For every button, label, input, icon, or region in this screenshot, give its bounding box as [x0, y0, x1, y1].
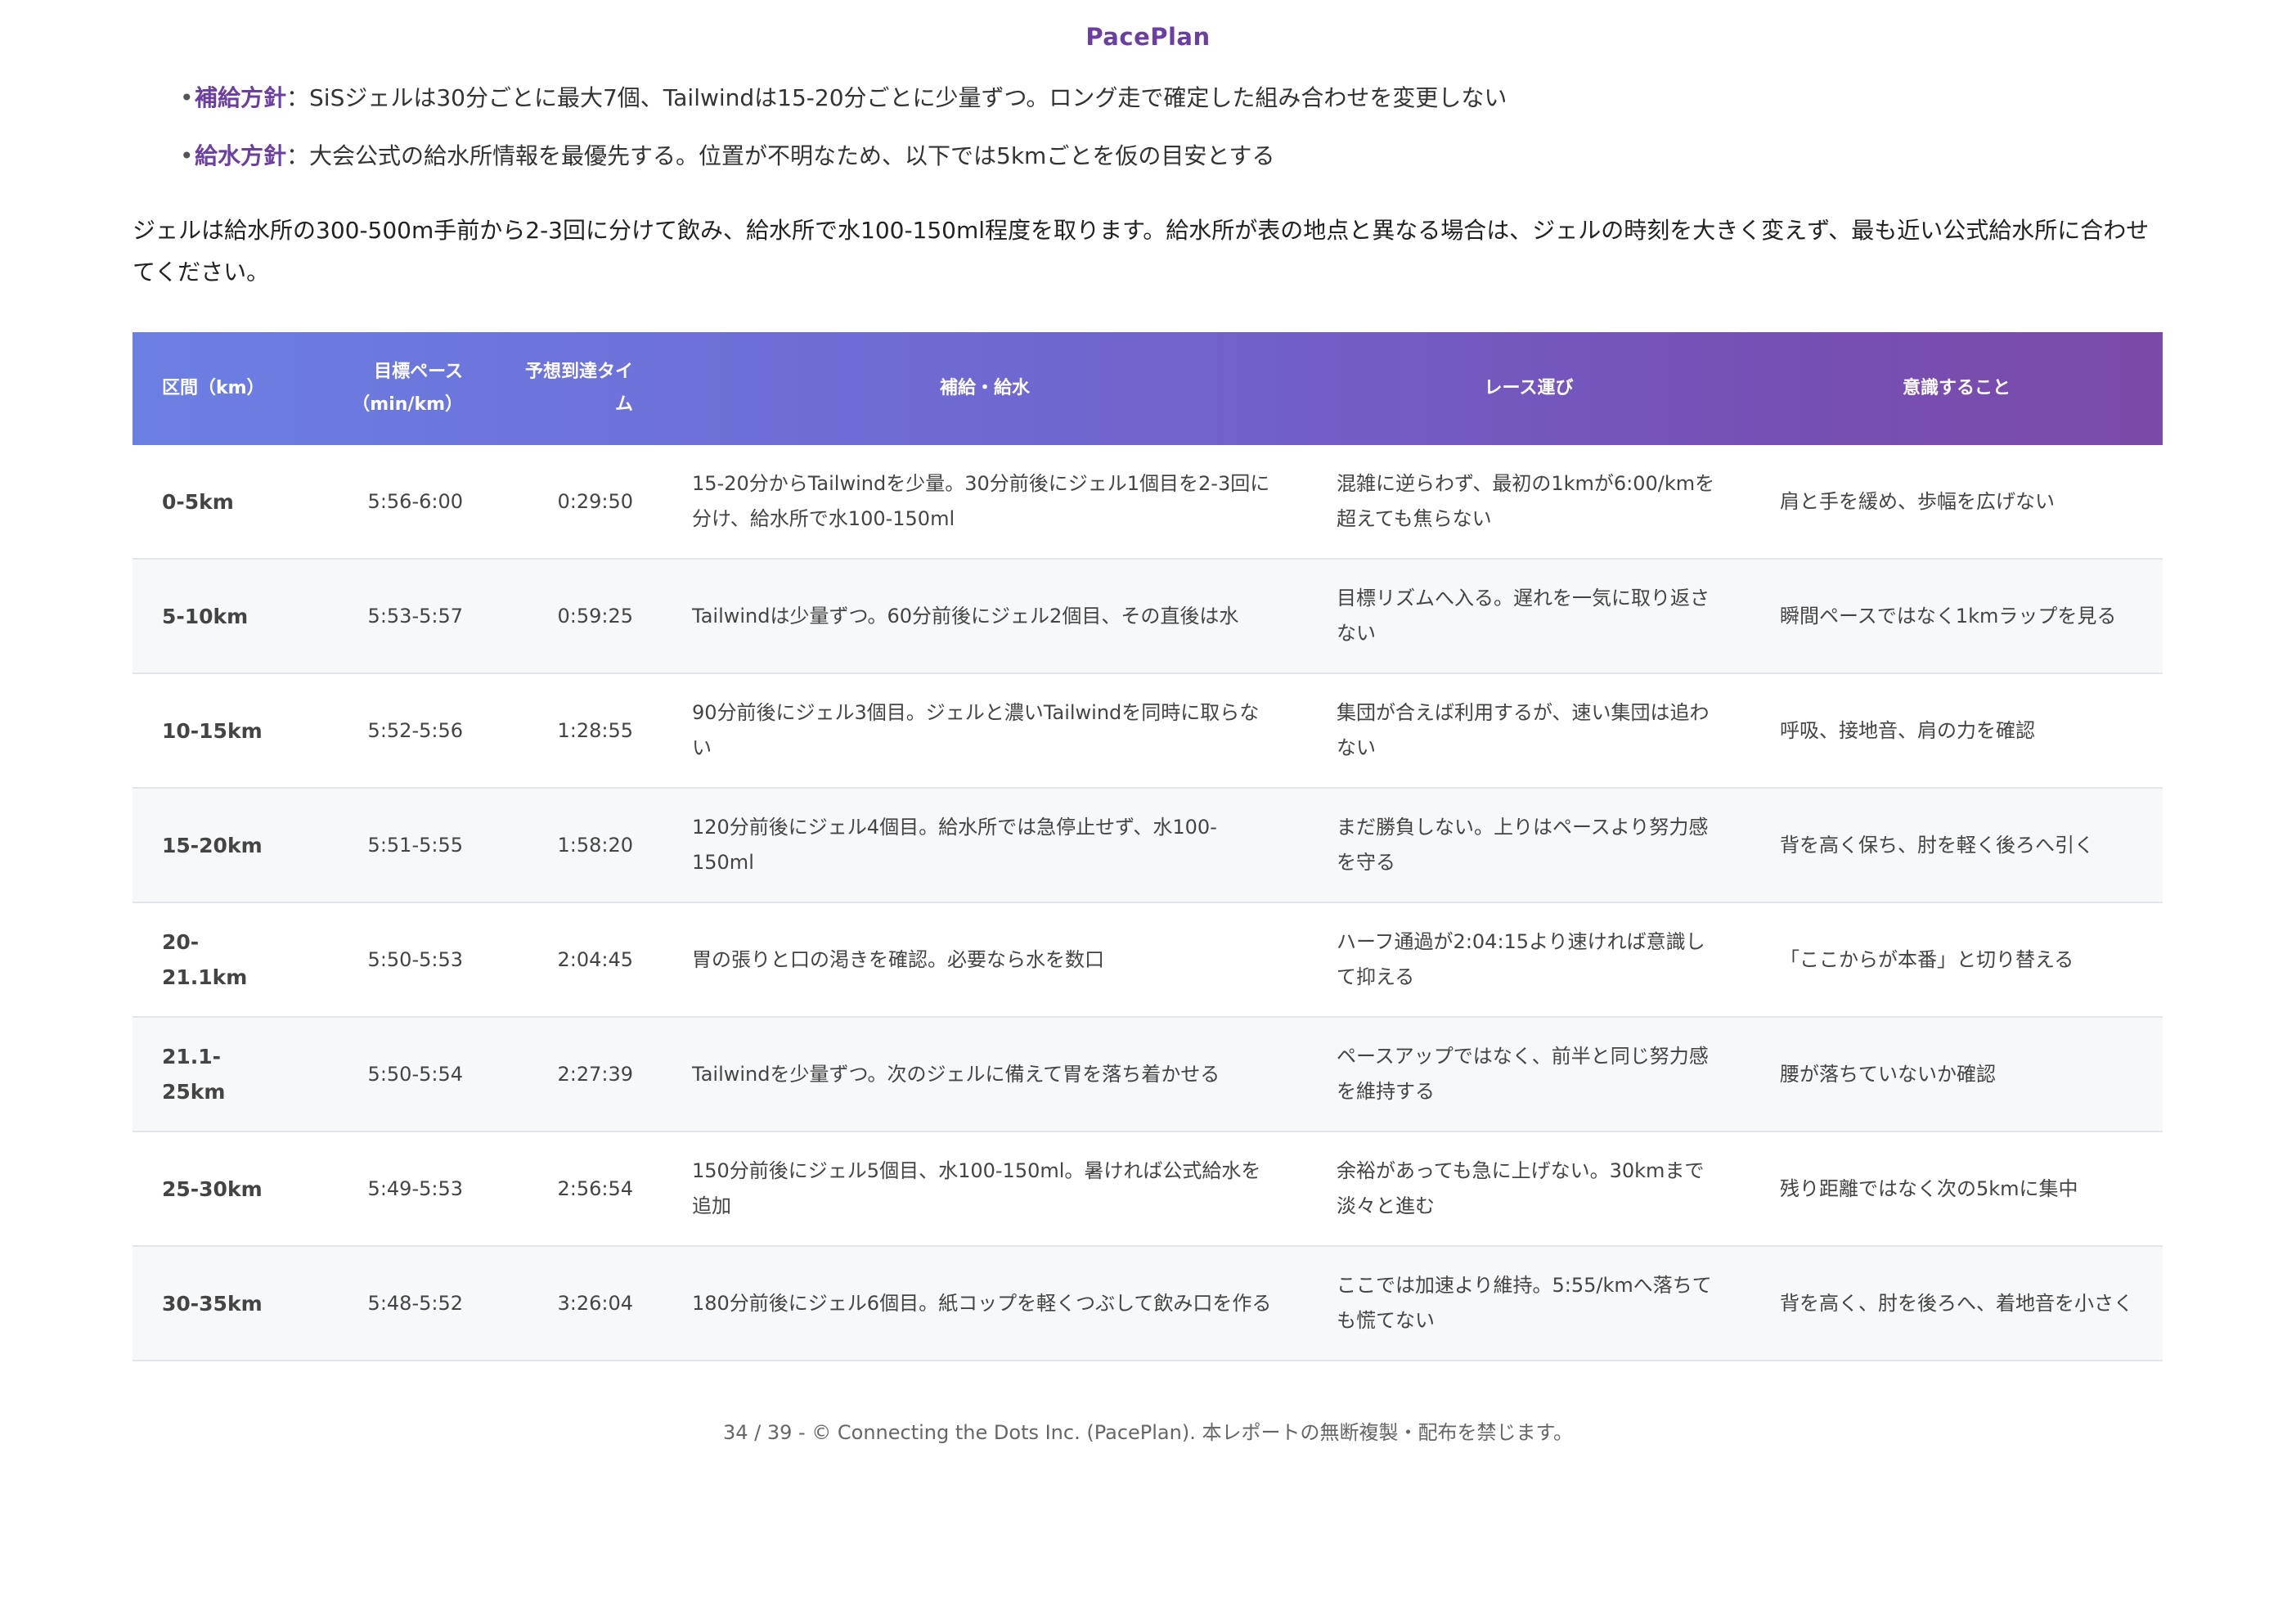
intro-paragraph: ジェルは給水所の300-500m手前から2-3回に分けて飲み、給水所で水100-…: [133, 217, 2150, 286]
cell-pace: 5:48-5:52: [312, 1246, 492, 1361]
bullet-marker: •: [180, 142, 194, 169]
cell-segment: 21.1-25km: [133, 1017, 312, 1132]
cell-strategy: 集団が合えば利用するが、速い集団は追わない: [1307, 673, 1750, 789]
cell-pace: 5:51-5:55: [312, 788, 492, 903]
cell-fuel: Tailwindを少量ずつ。次のジェルに備えて胃を落ち着かせる: [663, 1017, 1307, 1132]
table-row: 0-5km 5:56-6:00 0:29:50 15-20分からTailwind…: [133, 445, 2163, 560]
header-fuel: 補給・給水: [939, 378, 1030, 398]
policy-item-fuel: •補給方針：SiSジェルは30分ごとに最大7個、Tailwindは15-20分ご…: [180, 82, 2143, 115]
header-segment: 区間（km）: [162, 378, 265, 398]
cell-focus: 背を高く保ち、肘を軽く後ろへ引く: [1750, 788, 2163, 903]
cell-segment: 30-35km: [133, 1246, 312, 1361]
header-eta: 予想到達タイム: [524, 362, 633, 415]
cell-fuel: 150分前後にジェル5個目、水100-150ml。暑ければ公式給水を追加: [663, 1131, 1307, 1247]
cell-eta: 2:04:45: [492, 902, 663, 1018]
cell-segment: 15-20km: [133, 788, 312, 903]
cell-focus: 瞬間ペースではなく1kmラップを見る: [1750, 559, 2163, 674]
policy-text: ：大会公式の給水所情報を最優先する。位置が不明なため、以下では5kmごとを仮の目…: [286, 142, 1275, 169]
cell-pace: 5:50-5:53: [312, 902, 492, 1018]
cell-segment: 0-5km: [133, 445, 312, 560]
cell-focus: 肩と手を緩め、歩幅を広げない: [1750, 445, 2163, 560]
cell-segment: 25-30km: [133, 1131, 312, 1247]
policy-key: 給水方針: [195, 142, 287, 169]
table-row: 21.1-25km 5:50-5:54 2:27:39 Tailwindを少量ず…: [133, 1017, 2163, 1132]
cell-segment: 5-10km: [133, 559, 312, 674]
cell-fuel: 胃の張りと口の渇きを確認。必要なら水を数口: [663, 902, 1307, 1018]
cell-fuel: 120分前後にジェル4個目。給水所では急停止せず、水100-150ml: [663, 788, 1307, 903]
cell-eta: 3:26:04: [492, 1246, 663, 1361]
page-footer: 34 / 39 - © Connecting the Dots Inc. (Pa…: [722, 1421, 1574, 1444]
table-row: 15-20km 5:51-5:55 1:58:20 120分前後にジェル4個目。…: [133, 788, 2163, 903]
header-focus: 意識すること: [1902, 378, 2011, 398]
cell-focus: 背を高く、肘を後ろへ、着地音を小さく: [1750, 1246, 2163, 1361]
brand-title: PacePlan: [1085, 23, 1211, 51]
cell-strategy: ペースアップではなく、前半と同じ努力感を維持する: [1307, 1017, 1750, 1132]
cell-pace: 5:52-5:56: [312, 673, 492, 789]
cell-focus: 「ここからが本番」と切り替える: [1750, 902, 2163, 1018]
policy-text: ：SiSジェルは30分ごとに最大7個、Tailwindは15-20分ごとに少量ず…: [286, 84, 1507, 111]
cell-strategy: 混雑に逆らわず、最初の1kmが6:00/kmを超えても焦らない: [1307, 445, 1750, 560]
cell-segment: 20-21.1km: [133, 902, 312, 1018]
cell-fuel: 180分前後にジェル6個目。紙コップを軽くつぶして飲み口を作る: [663, 1246, 1307, 1361]
cell-fuel: 15-20分からTailwindを少量。30分前後にジェル1個目を2-3回に分け…: [663, 445, 1307, 560]
cell-eta: 2:27:39: [492, 1017, 663, 1132]
bullet-marker: •: [180, 84, 194, 111]
policy-item-water: •給水方針：大会公式の給水所情報を最優先する。位置が不明なため、以下では5kmご…: [180, 140, 2143, 173]
cell-pace: 5:49-5:53: [312, 1131, 492, 1247]
cell-strategy: 目標リズムへ入る。遅れを一気に取り返さない: [1307, 559, 1750, 674]
policy-list: •補給方針：SiSジェルは30分ごとに最大7個、Tailwindは15-20分ご…: [180, 82, 2143, 198]
cell-focus: 残り距離ではなく次の5kmに集中: [1750, 1131, 2163, 1247]
cell-eta: 1:28:55: [492, 673, 663, 789]
cell-fuel: Tailwindは少量ずつ。60分前後にジェル2個目、その直後は水: [663, 559, 1307, 674]
table-row: 20-21.1km 5:50-5:53 2:04:45 胃の張りと口の渇きを確認…: [133, 902, 2163, 1018]
cell-eta: 1:58:20: [492, 788, 663, 903]
cell-eta: 0:29:50: [492, 445, 663, 560]
cell-focus: 腰が落ちていないか確認: [1750, 1017, 2163, 1132]
table-row: 25-30km 5:49-5:53 2:56:54 150分前後にジェル5個目、…: [133, 1131, 2163, 1247]
cell-pace: 5:53-5:57: [312, 559, 492, 674]
table-header-row: 区間（km） 目標ペース（min/km） 予想到達タイム 補給・給水 レース運び…: [133, 332, 2163, 445]
cell-focus: 呼吸、接地音、肩の力を確認: [1750, 673, 2163, 789]
cell-fuel: 90分前後にジェル3個目。ジェルと濃いTailwindを同時に取らない: [663, 673, 1307, 789]
header-strategy: レース運び: [1484, 378, 1574, 398]
cell-segment: 10-15km: [133, 673, 312, 789]
table-row: 30-35km 5:48-5:52 3:26:04 180分前後にジェル6個目。…: [133, 1246, 2163, 1361]
cell-pace: 5:56-6:00: [312, 445, 492, 560]
cell-pace: 5:50-5:54: [312, 1017, 492, 1132]
table-row: 5-10km 5:53-5:57 0:59:25 Tailwindは少量ずつ。6…: [133, 559, 2163, 674]
cell-strategy: まだ勝負しない。上りはペースより努力感を守る: [1307, 788, 1750, 903]
table-row: 10-15km 5:52-5:56 1:28:55 90分前後にジェル3個目。ジ…: [133, 673, 2163, 789]
cell-eta: 2:56:54: [492, 1131, 663, 1247]
cell-eta: 0:59:25: [492, 559, 663, 674]
policy-key: 補給方針: [195, 84, 287, 111]
pace-plan-table: 区間（km） 目標ペース（min/km） 予想到達タイム 補給・給水 レース運び…: [133, 332, 2163, 1361]
report-page: PacePlan •補給方針：SiSジェルは30分ごとに最大7個、Tailwin…: [0, 0, 2296, 1624]
cell-strategy: 余裕があっても急に上げない。30kmまで淡々と進む: [1307, 1131, 1750, 1247]
header-pace: 目標ペース（min/km）: [352, 362, 463, 415]
cell-strategy: ハーフ通過が2:04:15より速ければ意識して抑える: [1307, 902, 1750, 1018]
cell-strategy: ここでは加速より維持。5:55/kmへ落ちても慌てない: [1307, 1246, 1750, 1361]
